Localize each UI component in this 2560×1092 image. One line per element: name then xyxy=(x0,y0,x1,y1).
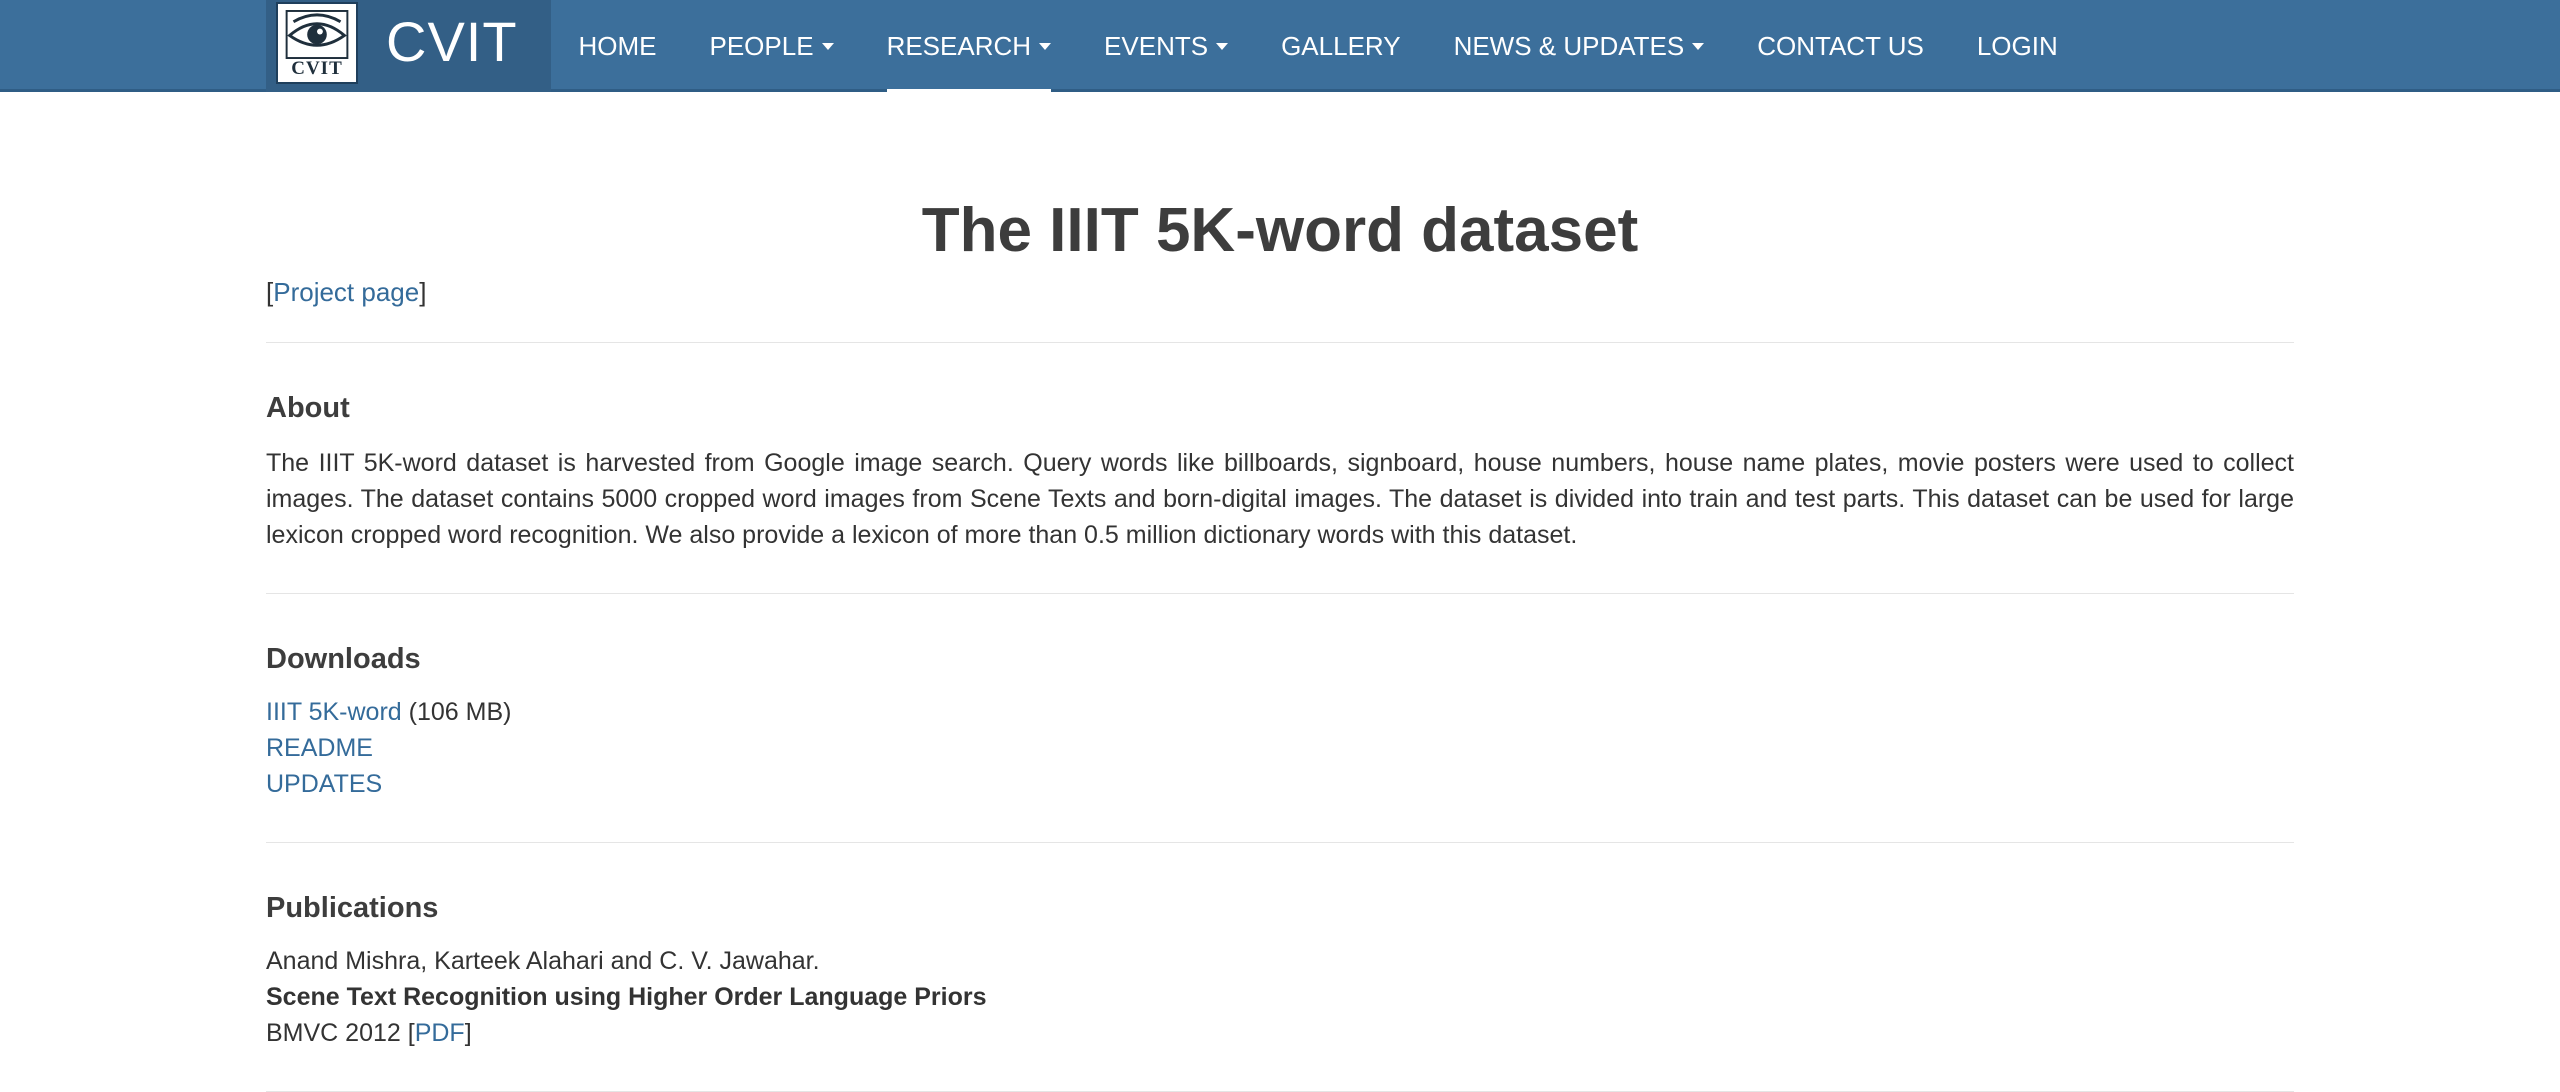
eye-icon xyxy=(285,10,349,59)
nav-label: PEOPLE xyxy=(709,30,814,61)
top-navbar: CVIT CVIT HOME PEOPLE RESEARCH EVENTS GA… xyxy=(0,0,2560,92)
nav-label: LOGIN xyxy=(1976,30,2058,61)
main-nav: HOME PEOPLE RESEARCH EVENTS GALLERY NEWS… xyxy=(552,0,2084,92)
nav-item-news-updates[interactable]: NEWS & UPDATES xyxy=(1427,0,1731,92)
readme-line: README xyxy=(266,730,2294,766)
brand-name[interactable]: CVIT xyxy=(386,12,518,72)
divider xyxy=(266,842,2294,843)
nav-item-contact-us[interactable]: CONTACT US xyxy=(1731,0,1951,92)
nav-label: EVENTS xyxy=(1104,30,1209,61)
publications-heading: Publications xyxy=(266,892,439,924)
brand[interactable]: CVIT CVIT xyxy=(266,0,551,92)
dataset-size: (106 MB) xyxy=(408,698,512,726)
project-page-link[interactable]: Project page xyxy=(273,277,419,307)
dataset-download-link[interactable]: IIIT 5K-word xyxy=(266,698,402,726)
nav-item-home[interactable]: HOME xyxy=(552,0,683,92)
nav-item-people[interactable]: PEOPLE xyxy=(683,0,860,92)
nav-label: HOME xyxy=(578,30,657,61)
caret-down-icon xyxy=(1039,42,1052,50)
dataset-download-line: IIIT 5K-word (106 MB) xyxy=(266,694,2294,730)
main-content: The IIIT 5K-word dataset [Project page] … xyxy=(266,92,2294,1092)
updates-line: UPDATES xyxy=(266,766,2294,802)
caret-down-icon xyxy=(821,42,834,50)
logo-text: CVIT xyxy=(291,58,343,79)
publication-venue: BMVC 2012 xyxy=(266,1019,401,1047)
nav-label: GALLERY xyxy=(1281,30,1401,61)
publication-authors: Anand Mishra, Karteek Alahari and C. V. … xyxy=(266,947,820,975)
publication-venue-line: BMVC 2012 [PDF] xyxy=(266,1019,472,1047)
nav-label: CONTACT US xyxy=(1757,30,1924,61)
about-text: The IIIT 5K-word dataset is harvested fr… xyxy=(266,449,2294,549)
about-section: About The IIIT 5K-word dataset is harves… xyxy=(266,391,2294,553)
readme-link[interactable]: README xyxy=(266,734,373,762)
pdf-link[interactable]: PDF xyxy=(415,1019,465,1047)
nav-label: RESEARCH xyxy=(886,30,1032,61)
downloads-section: Downloads IIIT 5K-word (106 MB) README U… xyxy=(266,642,2294,802)
page-title: The IIIT 5K-word dataset xyxy=(921,196,1639,265)
nav-label: NEWS & UPDATES xyxy=(1453,30,1685,61)
publication-title: Scene Text Recognition using Higher Orde… xyxy=(266,983,987,1011)
updates-link[interactable]: UPDATES xyxy=(266,770,382,798)
caret-down-icon xyxy=(1692,42,1705,50)
downloads-heading: Downloads xyxy=(266,643,421,675)
about-heading: About xyxy=(266,392,350,424)
project-page-line: [Project page] xyxy=(266,277,427,307)
nav-item-events[interactable]: EVENTS xyxy=(1078,0,1255,92)
divider xyxy=(266,593,2294,594)
nav-item-gallery[interactable]: GALLERY xyxy=(1255,0,1427,92)
divider xyxy=(266,342,2294,343)
cvit-logo[interactable]: CVIT xyxy=(276,2,358,84)
nav-item-research[interactable]: RESEARCH xyxy=(860,0,1077,92)
publications-section: Publications Anand Mishra, Karteek Alaha… xyxy=(266,891,2294,1051)
caret-down-icon xyxy=(1216,42,1229,50)
nav-item-login[interactable]: LOGIN xyxy=(1950,0,2084,92)
